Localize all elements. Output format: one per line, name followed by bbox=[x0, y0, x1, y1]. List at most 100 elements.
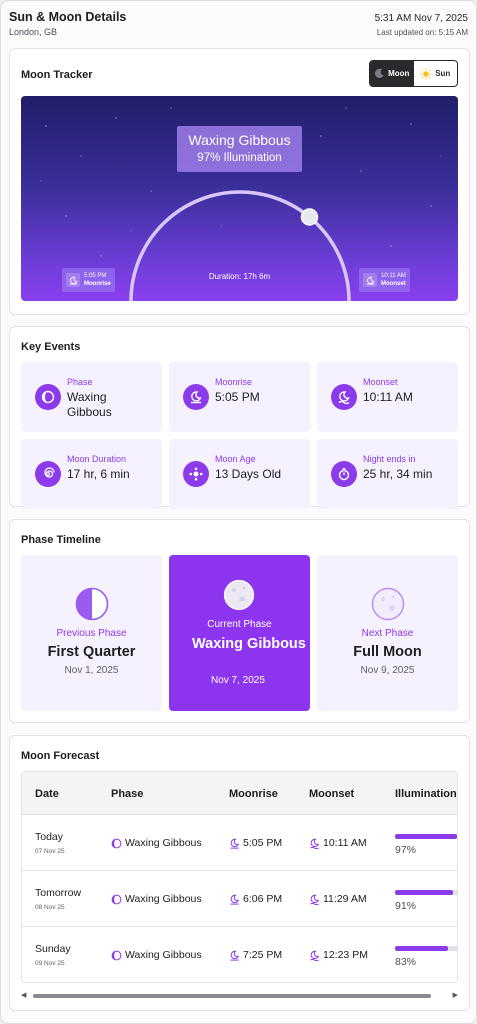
event-value: 5:05 PM bbox=[215, 390, 260, 404]
row-moonset: 10:11 AM bbox=[323, 837, 367, 849]
crescent-icon bbox=[111, 950, 122, 960]
row-moonset: 11:29 AM bbox=[323, 893, 367, 905]
table-row: Today 07 Nov 25 Waxing Gibbous 5:05 PM 1… bbox=[22, 815, 457, 871]
event-moon-duration: Moon Duration 17 hr, 6 min bbox=[21, 439, 162, 509]
illumination-bar-fill bbox=[395, 834, 457, 839]
crescent-icon bbox=[111, 894, 122, 904]
next-phase-card[interactable]: Next Phase Full Moon Nov 9, 2025 bbox=[317, 555, 458, 711]
row-phase-cell: Waxing Gibbous bbox=[111, 837, 202, 849]
table-row: Tomorrow 08 Nov 25 Waxing Gibbous 6:06 P… bbox=[22, 871, 457, 927]
row-illumination: 91% bbox=[395, 900, 417, 912]
current-phase-date: Nov 7, 2025 bbox=[211, 675, 265, 686]
overlay-illumination: 97% Illumination bbox=[197, 152, 282, 164]
column-header-date: Date bbox=[35, 788, 59, 800]
event-label: Moon Age bbox=[215, 454, 256, 464]
event-moon-age: Moon Age 13 Days Old bbox=[169, 439, 310, 509]
row-moonset-cell: 10:11 AM bbox=[309, 837, 367, 849]
event-label: Moon Duration bbox=[67, 454, 127, 464]
moon-forecast-card: Moon Forecast Date Phase Moonrise Moonse… bbox=[9, 735, 470, 1011]
moon-sun-toggle[interactable]: Moon Sun bbox=[369, 60, 458, 87]
event-value: 25 hr, 34 min bbox=[363, 467, 433, 481]
phase-overlay: Waxing Gibbous 97% Illumination bbox=[177, 126, 302, 172]
row-day: Tomorrow bbox=[35, 887, 82, 899]
event-value: Waxing Gibbous bbox=[67, 390, 112, 419]
row-phase: Waxing Gibbous bbox=[125, 949, 202, 961]
row-date: 07 Nov 25 bbox=[35, 848, 65, 855]
moonrise-icon bbox=[230, 838, 240, 849]
scroll-left-icon[interactable]: ◀ bbox=[21, 991, 26, 1001]
row-moonset: 12:23 PM bbox=[323, 949, 368, 961]
key-events-title: Key Events bbox=[21, 341, 81, 353]
phase-timeline-title: Phase Timeline bbox=[21, 534, 101, 546]
row-moonrise-cell: 6:06 PM bbox=[229, 893, 282, 905]
row-moonset-cell: 11:29 AM bbox=[309, 893, 367, 905]
current-datetime: 5:31 AM Nov 7, 2025 bbox=[374, 13, 468, 24]
waxing-gibbous-moon-icon bbox=[223, 579, 255, 611]
moon-arc bbox=[129, 190, 351, 301]
row-illumination: 83% bbox=[395, 956, 417, 968]
row-phase: Waxing Gibbous bbox=[125, 837, 202, 849]
location-label: London, GB bbox=[9, 27, 58, 37]
moonset-icon bbox=[310, 950, 320, 961]
timer-icon bbox=[331, 461, 357, 487]
app-window: Sun & Moon Details London, GB 5:31 AM No… bbox=[0, 0, 477, 1024]
row-phase-cell: Waxing Gibbous bbox=[111, 949, 202, 961]
row-moonrise: 5:05 PM bbox=[243, 837, 283, 849]
moon-toggle-option[interactable]: Moon bbox=[370, 61, 414, 86]
moonset-chip: 10:11 AM Moonset bbox=[359, 268, 410, 292]
scroll-right-icon[interactable]: ▶ bbox=[453, 991, 458, 1001]
moonset-icon bbox=[310, 838, 320, 849]
sun-toggle-label: Sun bbox=[435, 69, 451, 78]
moonset-chip-label: Moonset bbox=[381, 281, 406, 287]
previous-phase-kicker: Previous Phase bbox=[56, 628, 127, 639]
moonset-icon bbox=[310, 894, 320, 905]
moonrise-icon bbox=[230, 894, 240, 905]
moonset-icon bbox=[331, 384, 357, 410]
page-header: Sun & Moon Details London, GB 5:31 AM No… bbox=[9, 7, 468, 43]
illumination-bar bbox=[395, 890, 457, 895]
table-row: Sunday 09 Nov 25 Waxing Gibbous 7:25 PM … bbox=[22, 927, 457, 982]
event-moonset: Moonset 10:11 AM bbox=[317, 362, 458, 432]
next-phase-date: Nov 9, 2025 bbox=[360, 665, 415, 676]
crescent-icon bbox=[35, 384, 61, 410]
crescent-icon bbox=[111, 838, 122, 848]
event-label: Moonset bbox=[363, 377, 398, 387]
moon-toggle-label: Moon bbox=[388, 69, 410, 78]
previous-phase-card[interactable]: Previous Phase First Quarter Nov 1, 2025 bbox=[21, 555, 162, 711]
scrollbar-thumb[interactable] bbox=[33, 994, 431, 998]
sun-toggle-option[interactable]: Sun bbox=[414, 61, 458, 86]
forecast-table[interactable]: Date Phase Moonrise Moonset Illumination… bbox=[21, 771, 458, 983]
event-label: Night ends in bbox=[363, 454, 416, 464]
horizontal-scrollbar[interactable]: ◀ ▶ bbox=[21, 991, 458, 1001]
moon-forecast-title: Moon Forecast bbox=[21, 750, 100, 762]
moon-position-marker bbox=[300, 208, 319, 226]
row-phase-cell: Waxing Gibbous bbox=[111, 893, 202, 905]
page-title: Sun & Moon Details bbox=[9, 10, 127, 24]
previous-phase-name: First Quarter bbox=[47, 644, 136, 660]
table-header: Date Phase Moonrise Moonset Illumination bbox=[22, 772, 457, 815]
row-day: Sunday bbox=[35, 943, 71, 955]
row-phase: Waxing Gibbous bbox=[125, 893, 202, 905]
event-night-ends: Night ends in 25 hr, 34 min bbox=[317, 439, 458, 509]
event-value: 10:11 AM bbox=[363, 390, 413, 404]
moonset-chip-time: 10:11 AM bbox=[381, 273, 406, 279]
current-phase-kicker: Current Phase bbox=[207, 619, 272, 630]
row-moonrise: 6:06 PM bbox=[243, 893, 283, 905]
event-value: 13 Days Old bbox=[215, 467, 282, 481]
moon-icon bbox=[375, 68, 384, 78]
overlay-phase-name: Waxing Gibbous bbox=[188, 132, 291, 148]
moonset-icon bbox=[363, 273, 377, 287]
moon-sky-visual: Waxing Gibbous 97% Illumination 5:05 PM M… bbox=[21, 96, 458, 301]
illumination-bar-fill bbox=[395, 890, 454, 895]
sun-icon bbox=[420, 68, 432, 79]
current-phase-card[interactable]: Current Phase Waxing Gibbous Nov 7, 2025 bbox=[169, 555, 310, 711]
previous-phase-date: Nov 1, 2025 bbox=[64, 665, 119, 676]
last-updated-label: Last updated on: 5:15 AM bbox=[376, 28, 468, 37]
row-moonrise-cell: 7:25 PM bbox=[229, 949, 282, 961]
full-moon-icon bbox=[371, 587, 405, 621]
row-illumination: 97% bbox=[395, 844, 417, 856]
event-moonrise: Moonrise 5:05 PM bbox=[169, 362, 310, 432]
column-header-phase: Phase bbox=[111, 788, 144, 800]
orbit-icon bbox=[183, 461, 209, 487]
column-header-moonset: Moonset bbox=[309, 788, 355, 800]
